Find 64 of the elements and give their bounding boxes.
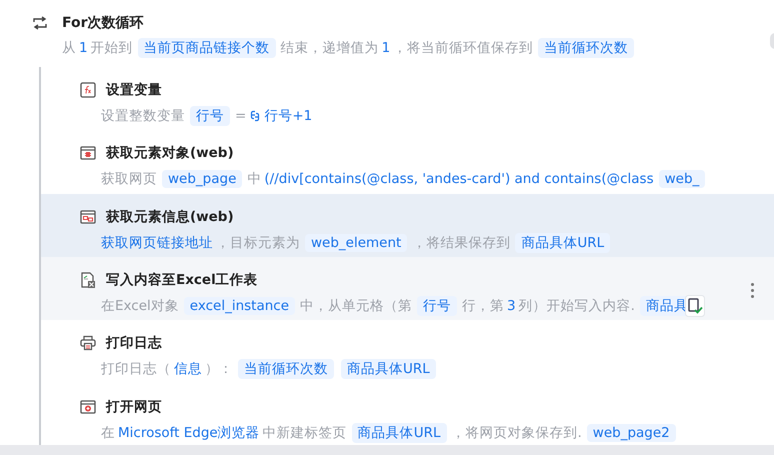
variable-tag: web_page2 [586, 424, 676, 442]
variable-tag: excel_instance [184, 296, 296, 315]
step-row[interactable]: 获取元素对象(web) 获取网页 web_page 中 (//div[contains(@class, 'andes-card') and contains(@class web_ [41, 130, 774, 194]
variable-tag: 商品具体URL [352, 422, 446, 443]
description-text: ，将结果保存到 [412, 234, 510, 252]
description-text: 行，第 [462, 296, 504, 315]
printer-icon [80, 335, 96, 352]
variable-tag: 行号 [417, 296, 458, 316]
description-text: 在 [101, 424, 115, 442]
variable-tag: 当前页商品链接个数 [138, 38, 276, 58]
loop-title: For次数循环 [62, 14, 144, 32]
step-row[interactable]: 写入内容至Excel工作表 在Excel对象 excel_instance 中，从单元格（第 行号 行，第 3 列）开始写入内容. 商品具 [41, 256, 774, 320]
variable-tag: 商品具体URL [341, 359, 436, 380]
checklist-icon [684, 294, 705, 317]
description-text: 中 [247, 170, 262, 188]
variable-tag: web_page [162, 170, 242, 188]
value-text: 获取网页链接地址 [101, 234, 213, 252]
step-row[interactable]: 打开网页 在 Microsoft Edge浏览器 中新建标签页 商品具体URL ，将网页对象保存到. web_page2 [41, 384, 774, 447]
description-text: 在Excel对象 [101, 296, 179, 315]
step-title: 设置变量 [106, 81, 162, 99]
description-text: = [235, 108, 246, 124]
variable-tag: 当前循环次数 [238, 359, 334, 380]
more-menu-icon[interactable] [751, 282, 754, 298]
description-text: 开始到 [90, 39, 133, 57]
description-text: ，将当前循环值保存到 [393, 39, 534, 57]
step-title: 写入内容至Excel工作表 [106, 270, 258, 289]
description-text: 获取网页 [101, 170, 157, 188]
description-text: ，目标元素为 [216, 234, 300, 252]
value-text: 信息 [174, 360, 202, 378]
value-text: (//div[contains(@class, 'andes-card') and contains(@class [264, 171, 654, 188]
loop-icon [32, 16, 48, 30]
value-text: 1 [79, 40, 88, 56]
description-text: 设置整数变量 [101, 107, 185, 125]
value-text: 3 [507, 298, 516, 314]
python-icon [249, 110, 262, 122]
step-title: 获取元素对象(web) [106, 144, 234, 162]
step-row[interactable]: 打印日志 打印日志（ 信息 ）： 当前循环次数 商品具体URL [41, 320, 774, 384]
description-text: 中，从单元格（第 [300, 296, 412, 315]
variable-tag: 行号 [190, 106, 230, 126]
step-title: 打印日志 [106, 334, 162, 352]
horizontal-scrollbar[interactable] [0, 445, 774, 455]
variable-tag: web_element [305, 234, 408, 252]
step-title: 打开网页 [106, 398, 162, 416]
value-text: Microsoft Edge浏览器 [118, 424, 260, 442]
browser-icon [80, 398, 96, 415]
function-icon [80, 82, 96, 98]
description-text: 中新建标签页 [262, 424, 347, 442]
description-text: 列）开始写入内容. [518, 296, 635, 315]
browser-element-icon [80, 145, 96, 162]
value-text: 1 [382, 40, 390, 56]
description-text: 打印日志（ [101, 360, 171, 378]
variable-tag: web_ [658, 170, 706, 188]
description-text: ，将网页对象保存到. [452, 424, 582, 442]
step-title: 获取元素信息(web) [106, 208, 234, 226]
description-text: ）： [205, 360, 233, 378]
description-text: 结束，递增值为 [280, 39, 379, 57]
step-row[interactable]: 获取元素信息(web) 获取网页链接地址 ，目标元素为 web_element ，将结果保存到 商品具体URL [41, 194, 774, 257]
variable-tag: 当前循环次数 [538, 38, 634, 58]
expression-text: 行号+1 [264, 107, 312, 125]
description-text: 从 [62, 39, 76, 57]
variable-tag: 商品具体URL [515, 232, 610, 253]
step-row[interactable]: 设置变量 设置整数变量 行号 = 行号+1 [41, 67, 774, 130]
spreadsheet-icon [80, 272, 96, 288]
browser-info-icon [80, 208, 96, 225]
